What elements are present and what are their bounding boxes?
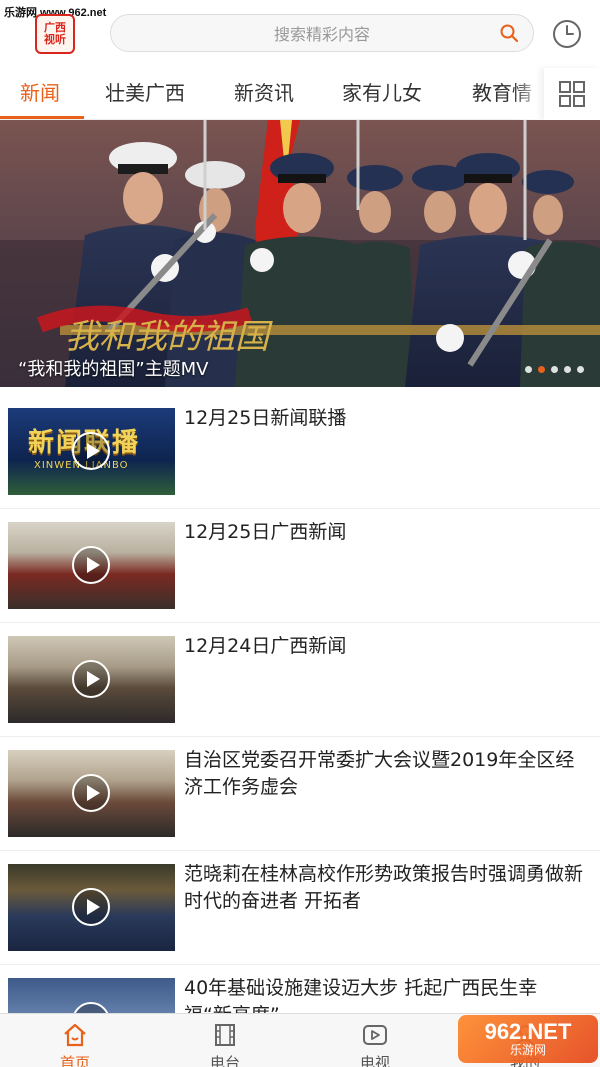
nav-label: 首页 bbox=[59, 1054, 90, 1067]
search-placeholder: 搜索精彩内容 bbox=[273, 25, 370, 44]
search-icon[interactable] bbox=[499, 23, 519, 43]
news-item[interactable]: 范晓莉在桂林高校作形势政策报告时强调勇做新时代的奋进者 开拓者 bbox=[0, 851, 600, 965]
play-icon[interactable] bbox=[72, 888, 110, 926]
carousel-dot-active[interactable] bbox=[538, 366, 545, 373]
play-icon[interactable] bbox=[72, 546, 110, 584]
grid-icon bbox=[559, 81, 585, 107]
header: 乐游网 www.962.net 广西 视听 搜索精彩内容 bbox=[0, 0, 600, 68]
play-icon[interactable] bbox=[72, 432, 110, 470]
banner-caption: “我和我的祖国”主题MV bbox=[18, 359, 209, 380]
tab-guangxi[interactable]: 壮美广西 bbox=[105, 68, 185, 120]
app-screen: 乐游网 www.962.net 广西 视听 搜索精彩内容 新闻 壮美广西 新资讯… bbox=[0, 0, 600, 1067]
news-item[interactable]: 12月24日广西新闻 bbox=[0, 623, 600, 737]
nav-radio[interactable]: 电台 bbox=[150, 1014, 300, 1067]
tab-family[interactable]: 家有儿女 bbox=[342, 68, 422, 120]
play-icon[interactable] bbox=[72, 774, 110, 812]
watermark-badge: 962.NET 乐游网 bbox=[458, 1015, 598, 1063]
nav-home[interactable]: 首页 bbox=[0, 1014, 150, 1067]
home-icon bbox=[64, 1023, 86, 1047]
active-tab-indicator bbox=[0, 116, 84, 119]
news-item[interactable]: 新闻联播 XINWEN LIANBO 12月25日新闻联播 bbox=[0, 395, 600, 509]
banner-carousel[interactable]: 我和我的祖国 bbox=[0, 120, 600, 387]
history-clock-icon[interactable] bbox=[551, 18, 583, 50]
nav-tv[interactable]: 电视 bbox=[300, 1014, 450, 1067]
news-title: 12月24日广西新闻 bbox=[184, 635, 347, 657]
carousel-dot[interactable] bbox=[525, 366, 532, 373]
news-thumbnail bbox=[8, 864, 175, 951]
carousel-dots bbox=[525, 366, 584, 373]
watermark-big: 962.NET bbox=[484, 1019, 572, 1044]
all-categories-button[interactable] bbox=[544, 68, 600, 120]
news-thumbnail bbox=[8, 522, 175, 609]
tab-news[interactable]: 新闻 bbox=[20, 68, 60, 120]
news-thumbnail bbox=[8, 636, 175, 723]
news-title: 12月25日新闻联播 bbox=[184, 407, 347, 429]
news-title: 范晓莉在桂林高校作形势政策报告时强调勇做新时代的奋进者 开拓者 bbox=[184, 863, 584, 912]
news-title: 自治区党委召开常委扩大会议暨2019年全区经济工作务虚会 bbox=[184, 749, 575, 798]
news-thumbnail bbox=[8, 750, 175, 837]
search-bar[interactable]: 搜索精彩内容 bbox=[110, 14, 534, 52]
news-item[interactable]: 自治区党委召开常委扩大会议暨2019年全区经济工作务虚会 bbox=[0, 737, 600, 851]
news-item[interactable]: 12月25日广西新闻 bbox=[0, 509, 600, 623]
category-tabs: 新闻 壮美广西 新资讯 家有儿女 教育情 bbox=[0, 68, 600, 120]
play-icon bbox=[363, 1025, 387, 1045]
tab-info[interactable]: 新资讯 bbox=[234, 68, 294, 120]
carousel-dot[interactable] bbox=[551, 366, 558, 373]
banner-image: 我和我的祖国 bbox=[0, 120, 600, 387]
nav-label: 电台 bbox=[209, 1054, 240, 1067]
nav-label: 电视 bbox=[359, 1054, 390, 1067]
carousel-dot[interactable] bbox=[564, 366, 571, 373]
play-icon[interactable] bbox=[72, 660, 110, 698]
logo-line-2: 视听 bbox=[44, 33, 66, 46]
watermark-small: 乐游网 bbox=[509, 1043, 546, 1057]
tabs-fade bbox=[514, 68, 544, 120]
news-thumbnail: 新闻联播 XINWEN LIANBO bbox=[8, 408, 175, 495]
app-logo[interactable]: 广西 视听 bbox=[35, 14, 75, 54]
banner-art-text: 我和我的祖国 bbox=[65, 317, 273, 357]
news-title: 12月25日广西新闻 bbox=[184, 521, 347, 543]
film-icon bbox=[215, 1024, 235, 1046]
carousel-dot[interactable] bbox=[577, 366, 584, 373]
